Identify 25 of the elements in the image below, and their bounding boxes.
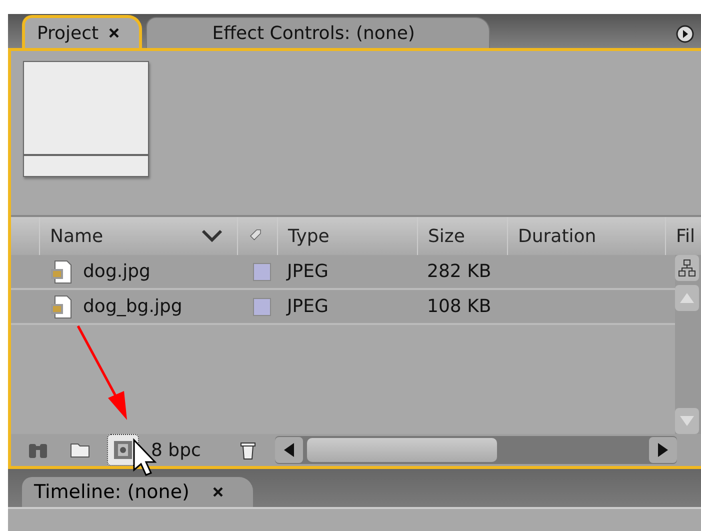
scroll-thumb[interactable]	[306, 438, 497, 462]
scroll-left-button[interactable]	[274, 437, 303, 463]
table-cell-text: 282 KB	[426, 260, 492, 284]
bit-depth-label[interactable]: 8 bpc	[151, 440, 201, 460]
close-icon[interactable]	[213, 487, 224, 497]
flowchart-icon[interactable]	[675, 255, 699, 281]
close-icon[interactable]	[108, 28, 119, 38]
file-name: dog_bg.jpg	[83, 296, 182, 317]
triangle-down-icon	[680, 416, 694, 426]
scroll-right-button[interactable]	[649, 437, 677, 463]
film-icon	[113, 440, 133, 460]
table-cell-text: JPEG	[285, 295, 330, 319]
triangle-up-icon	[680, 293, 694, 303]
panel-tab[interactable]: Effect Controls: (none)	[146, 17, 490, 48]
table-cell-text: 108 KB	[426, 295, 492, 319]
panel-menu-icon[interactable]	[675, 24, 695, 44]
triangle-left-icon	[284, 443, 294, 457]
label-swatch	[253, 262, 271, 280]
timeline-tab[interactable]: Timeline: (none)	[22, 477, 254, 507]
label-swatch	[253, 298, 271, 316]
chevron-down-icon[interactable]	[201, 229, 223, 243]
panel-tab[interactable]: Project	[22, 15, 142, 48]
file-name: dog.jpg	[83, 261, 150, 282]
table-cell-text: JPEG	[285, 260, 330, 284]
triangle-right-icon	[658, 443, 668, 457]
